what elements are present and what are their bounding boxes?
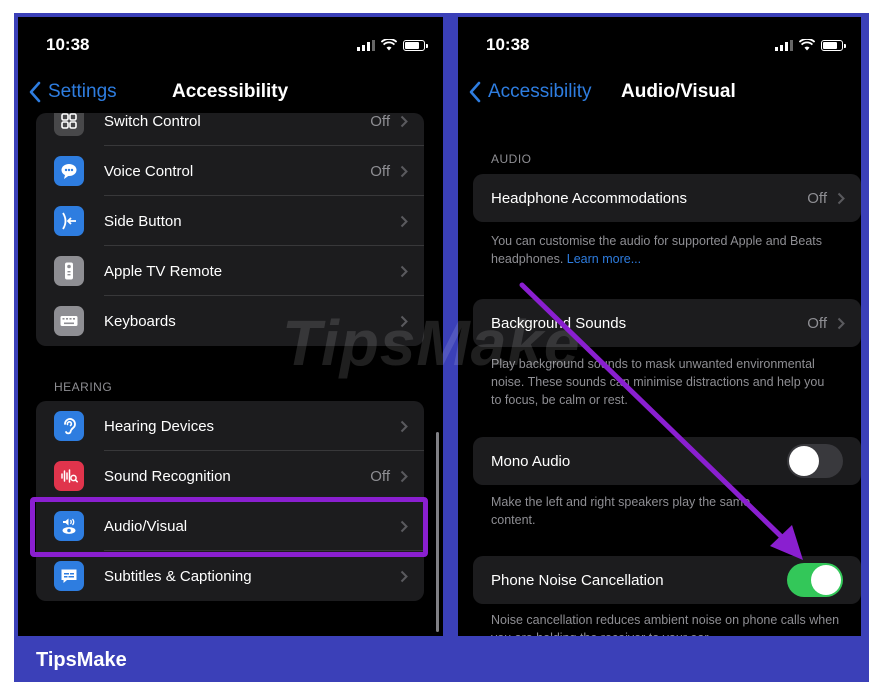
page-title: Audio/Visual bbox=[621, 81, 736, 102]
status-bar: 10:38 bbox=[18, 35, 443, 59]
keyboard-icon bbox=[54, 306, 84, 336]
noise-cancellation-row: Phone Noise Cancellation bbox=[473, 556, 861, 604]
row-label: Apple TV Remote bbox=[104, 262, 223, 280]
row-label: Hearing Devices bbox=[104, 417, 215, 435]
noise-cancellation-footer: Noise cancellation reduces ambient noise… bbox=[491, 613, 840, 636]
switch-control-icon bbox=[54, 113, 84, 136]
mono-audio-group: Mono Audio bbox=[473, 437, 861, 485]
noise-cancellation-toggle[interactable] bbox=[787, 563, 843, 597]
settings-row[interactable]: Sound Recognition Off bbox=[36, 451, 424, 501]
row-label: Switch Control bbox=[104, 113, 201, 130]
footer-text: You can customise the audio for supporte… bbox=[491, 234, 823, 266]
captions-icon bbox=[54, 561, 84, 591]
side-button-icon bbox=[54, 206, 84, 236]
tv-remote-icon bbox=[54, 256, 84, 286]
settings-row[interactable]: Apple TV Remote bbox=[36, 246, 424, 296]
wifi-icon bbox=[381, 39, 397, 51]
back-button[interactable]: Settings bbox=[28, 81, 117, 103]
row-label: Phone Noise Cancellation bbox=[491, 571, 664, 589]
ear-icon bbox=[54, 411, 84, 441]
chevron-left-icon bbox=[29, 81, 41, 103]
headphone-footer: You can customise the audio for supporte… bbox=[491, 232, 846, 268]
mono-audio-toggle[interactable] bbox=[787, 444, 843, 478]
status-bar: 10:38 bbox=[458, 35, 861, 59]
audio-section-header: AUDIO bbox=[491, 152, 532, 166]
row-label: Mono Audio bbox=[491, 452, 571, 470]
mono-audio-footer: Make the left and right speakers play th… bbox=[491, 495, 751, 527]
wifi-icon bbox=[799, 39, 815, 51]
chevron-right-icon bbox=[400, 470, 408, 482]
noise-cancellation-group: Phone Noise Cancellation bbox=[473, 556, 861, 604]
settings-row[interactable]: Switch Control Off bbox=[36, 113, 424, 146]
row-label: Voice Control bbox=[104, 162, 194, 180]
row-value: Off bbox=[807, 314, 827, 332]
chevron-right-icon bbox=[400, 165, 408, 177]
watermark: TipsMake bbox=[282, 307, 581, 379]
learn-more-link[interactable]: Learn more... bbox=[567, 252, 641, 266]
row-value: Off bbox=[370, 113, 390, 130]
voice-control-icon bbox=[54, 156, 84, 186]
row-value: Off bbox=[370, 162, 390, 180]
mono-audio-row: Mono Audio bbox=[473, 437, 861, 485]
row-label: Subtitles & Captioning bbox=[104, 567, 252, 585]
highlight-box bbox=[30, 497, 428, 557]
chevron-left-icon bbox=[469, 81, 481, 103]
battery-icon bbox=[821, 39, 846, 51]
chevron-right-icon bbox=[400, 420, 408, 432]
chevron-right-icon bbox=[400, 115, 408, 127]
navigation-bar: Accessibility Audio/Visual bbox=[458, 75, 861, 115]
settings-row[interactable]: Subtitles & Captioning bbox=[36, 551, 424, 601]
hearing-section-header: HEARING bbox=[54, 380, 113, 394]
row-label: Sound Recognition bbox=[104, 467, 231, 485]
row-value: Off bbox=[370, 467, 390, 485]
row-label: Keyboards bbox=[104, 312, 176, 330]
toggle-knob bbox=[811, 565, 841, 595]
chevron-right-icon bbox=[400, 215, 408, 227]
status-time: 10:38 bbox=[46, 35, 90, 54]
chevron-right-icon bbox=[837, 192, 845, 204]
chevron-right-icon bbox=[400, 265, 408, 277]
row-label: Headphone Accommodations bbox=[491, 189, 687, 207]
cellular-signal-icon bbox=[775, 39, 793, 51]
status-time: 10:38 bbox=[486, 35, 530, 54]
chevron-right-icon bbox=[400, 570, 408, 582]
back-label: Settings bbox=[48, 81, 117, 102]
headphone-accommodations-row[interactable]: Headphone Accommodations Off bbox=[473, 174, 861, 222]
back-button[interactable]: Accessibility bbox=[468, 81, 591, 103]
back-label: Accessibility bbox=[488, 81, 592, 102]
battery-icon bbox=[403, 39, 428, 51]
chevron-right-icon bbox=[837, 317, 845, 329]
toggle-knob bbox=[789, 446, 819, 476]
brand-logo-text: TipsMake bbox=[36, 649, 127, 671]
page-title: Accessibility bbox=[172, 81, 289, 102]
settings-row[interactable]: Side Button bbox=[36, 196, 424, 246]
settings-row[interactable]: Voice Control Off bbox=[36, 146, 424, 196]
row-value: Off bbox=[807, 189, 827, 207]
cellular-signal-icon bbox=[357, 39, 375, 51]
headphone-accommodations-group: Headphone Accommodations Off bbox=[473, 174, 861, 222]
navigation-bar: Settings Accessibility bbox=[18, 75, 443, 115]
sound-recognition-icon bbox=[54, 461, 84, 491]
scrollbar[interactable] bbox=[436, 432, 439, 632]
row-label: Side Button bbox=[104, 212, 182, 230]
settings-row[interactable]: Hearing Devices bbox=[36, 401, 424, 451]
